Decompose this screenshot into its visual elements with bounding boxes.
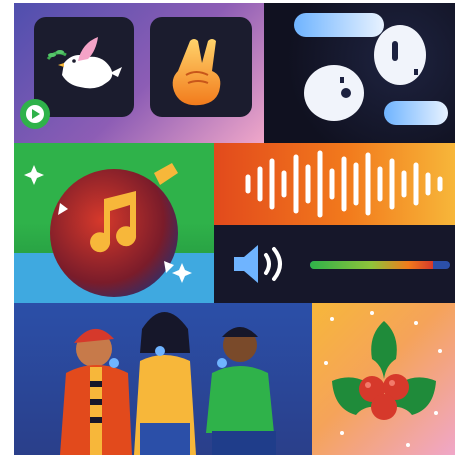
holly-leaves-berries-icon: [324, 311, 442, 447]
speaker-volume-icon: [234, 245, 282, 283]
music-ornament-tile[interactable]: [14, 143, 214, 303]
singers-tile[interactable]: [14, 303, 312, 455]
artwork-frame: [14, 3, 455, 455]
top-left-panel: [14, 3, 264, 143]
holly-tile[interactable]: [312, 303, 455, 455]
volume-slider-fill: [310, 261, 434, 269]
play-button[interactable]: [20, 99, 50, 129]
play-icon: [26, 105, 44, 123]
music-note-ornament-icon: [14, 163, 214, 303]
earbuds-tile[interactable]: [264, 3, 455, 143]
volume-tile[interactable]: [214, 225, 455, 303]
peace-hand-tile[interactable]: [150, 17, 252, 117]
peace-sign-hand-icon: [172, 39, 221, 106]
wireless-earbuds-icon: [294, 13, 448, 125]
karaoke-singers-illustration: [60, 312, 276, 455]
sound-wave-icon: [245, 150, 443, 218]
volume-slider-track[interactable]: [310, 261, 450, 269]
sound-wave-tile[interactable]: [214, 143, 455, 225]
